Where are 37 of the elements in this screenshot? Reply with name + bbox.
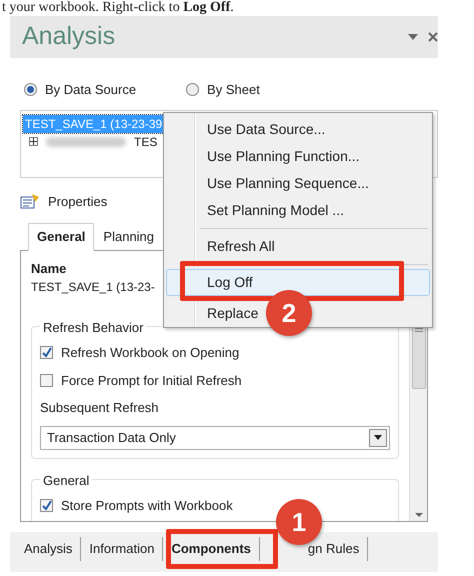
section-heading: Properties [48,192,108,211]
menu-item[interactable]: Refresh All [206,233,278,260]
field-label: Name [31,260,66,278]
checkbox[interactable] [40,374,53,387]
checkbox[interactable] [40,498,53,512]
tab[interactable]: Planning [94,223,164,250]
radio-button[interactable] [24,83,37,96]
checkbox[interactable] [40,346,53,360]
menu-item[interactable]: Set Planning Model ... [206,197,347,224]
dropdown-field[interactable]: Transaction Data Only [40,426,390,450]
tab[interactable]: General [28,223,94,250]
radio-button[interactable] [186,83,200,96]
dropdown-arrow-icon[interactable] [408,32,418,42]
properties-icon [20,193,40,210]
field-label: Subsequent Refresh [40,399,160,417]
dropdown-button[interactable] [369,428,387,446]
menu-item[interactable]: Use Data Source... [206,116,328,143]
caption-text: t your workbook. Right-click to Log Off. [1,0,235,16]
tree-item[interactable]: TES [134,132,158,150]
caret-icon [374,435,382,440]
tab[interactable]: Components [163,537,260,561]
menu-item[interactable]: Use Planning Sequence... [206,170,372,197]
checkbox-label[interactable]: Force Prompt for Initial Refresh [61,370,242,390]
menu-item[interactable]: Use Planning Function... [206,143,363,170]
radio-label[interactable]: By Sheet [207,80,260,100]
field-value: TEST_SAVE_1 (13-23- [31,279,155,296]
expand-icon[interactable] [29,137,38,146]
menu-item[interactable]: Log Off [166,269,430,296]
tab[interactable]: Information [81,537,164,561]
checkbox-label[interactable]: Refresh Workbook on Opening [61,343,240,362]
scroll-down-icon[interactable] [414,512,422,516]
pane-title: Analysis [22,21,116,52]
checkbox-label[interactable]: Store Prompts with Workbook [61,496,233,515]
close-icon[interactable] [428,32,438,42]
tab[interactable]: Analysis [16,537,82,561]
radio-label[interactable]: By Data Source [45,80,136,100]
menu-item[interactable]: Replace [206,303,262,324]
